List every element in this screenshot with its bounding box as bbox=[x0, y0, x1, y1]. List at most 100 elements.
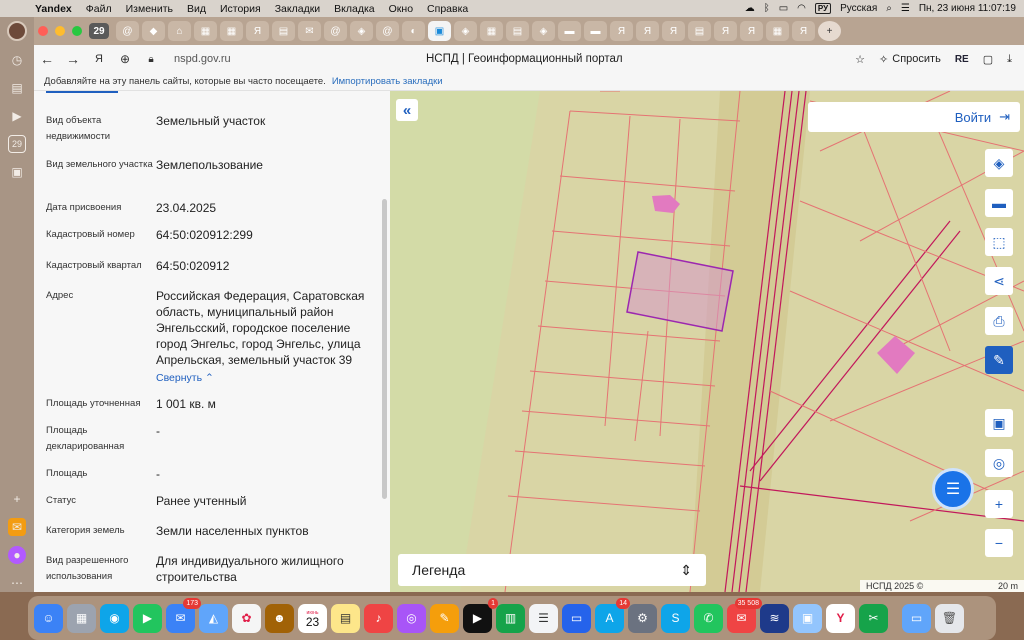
more-icon[interactable]: ⋯ bbox=[8, 574, 26, 592]
field-value[interactable]: 64:50:020912:299 bbox=[156, 227, 376, 243]
search-icon[interactable]: ⌕ bbox=[886, 3, 892, 14]
tab-mail-2[interactable]: ✉ bbox=[298, 21, 321, 41]
chat-button[interactable]: ☰ bbox=[932, 468, 974, 510]
extension-badge[interactable]: RE bbox=[955, 54, 969, 65]
maps-icon[interactable]: ◭ bbox=[199, 603, 228, 633]
contacts-icon[interactable]: ☻ bbox=[265, 603, 294, 633]
yandex-icon[interactable]: Я bbox=[86, 53, 112, 65]
tab-nspd-active[interactable]: ▣ bbox=[428, 21, 451, 41]
tab-yandex-3[interactable]: Я bbox=[636, 21, 659, 41]
numbers-icon[interactable]: ▥ bbox=[496, 603, 525, 633]
safari-icon[interactable]: ◉ bbox=[100, 603, 129, 633]
menu-window[interactable]: Окно bbox=[382, 3, 420, 15]
map-view[interactable]: « Войти ⇥ ◈ ▬ ⬚ ⋖ ⎙ ✎ ▣ ◎ + − ☰ Легенда … bbox=[390, 91, 1024, 592]
print-button[interactable]: ⎙ bbox=[985, 307, 1013, 335]
menu-view[interactable]: Вид bbox=[180, 3, 213, 15]
collapse-panel-button[interactable]: « bbox=[396, 99, 418, 121]
tab-yandex-2[interactable]: Я bbox=[610, 21, 633, 41]
tab-count[interactable]: 29 bbox=[89, 23, 109, 39]
whatsapp-icon[interactable]: ✆ bbox=[694, 603, 723, 633]
input-source[interactable]: Русская bbox=[840, 3, 877, 14]
appstore-icon[interactable]: A 14 bbox=[595, 597, 630, 633]
menu-edit[interactable]: Изменить bbox=[119, 3, 180, 15]
cloud-icon[interactable]: ☁ bbox=[745, 3, 755, 14]
import-bookmarks-link[interactable]: Импортировать закладки bbox=[332, 76, 443, 87]
tab-doc-3[interactable]: ▤ bbox=[688, 21, 711, 41]
tab-market[interactable]: ◆ bbox=[142, 21, 165, 41]
collapse-link[interactable]: Свернуть ⌃ bbox=[156, 370, 214, 386]
add-icon[interactable]: + bbox=[8, 490, 26, 508]
login-button[interactable]: Войти ⇥ bbox=[808, 102, 1020, 132]
screen-button[interactable]: ▣ bbox=[985, 409, 1013, 437]
download-icon[interactable]: ⤓ bbox=[1007, 53, 1012, 66]
tab-flag-ru-2[interactable]: ▬ bbox=[584, 21, 607, 41]
keynote-icon[interactable]: ▭ bbox=[562, 603, 591, 633]
alice-icon[interactable]: ● bbox=[8, 546, 26, 564]
tab-flag-ru[interactable]: ▬ bbox=[558, 21, 581, 41]
notes-app-icon[interactable]: ▤ bbox=[331, 603, 360, 633]
tab-ball[interactable]: ◐ bbox=[402, 21, 425, 41]
input-source-code[interactable]: РУ bbox=[814, 3, 832, 14]
menu-tab[interactable]: Вкладка bbox=[327, 3, 381, 15]
tab-grid[interactable]: ▦ bbox=[220, 21, 243, 41]
layers-button[interactable]: ◈ bbox=[985, 149, 1013, 177]
pages-icon[interactable]: ✎ bbox=[430, 603, 459, 633]
bookmark-star-icon[interactable]: ☆ bbox=[855, 53, 865, 66]
panel-scrollbar[interactable] bbox=[382, 199, 387, 499]
tab-shield-3[interactable]: ◈ bbox=[532, 21, 555, 41]
avatar[interactable] bbox=[7, 21, 27, 41]
locate-button[interactable]: ◎ bbox=[985, 449, 1013, 477]
url-field[interactable]: nspd.gov.ru bbox=[174, 53, 231, 65]
new-tab-button[interactable]: + bbox=[818, 21, 841, 41]
play-icon[interactable]: ▶ bbox=[8, 107, 26, 125]
screenshot-icon[interactable]: ▣ bbox=[8, 163, 26, 181]
back-arrow-icon[interactable]: ← bbox=[34, 51, 60, 67]
tab-doc-2[interactable]: ▤ bbox=[506, 21, 529, 41]
share-button[interactable]: ⋖ bbox=[985, 267, 1013, 295]
ask-button[interactable]: ✧ Спросить bbox=[879, 53, 941, 66]
legend-dropdown[interactable]: Легенда ⇕ bbox=[398, 554, 706, 586]
bluetooth-icon[interactable]: ᛒ bbox=[764, 3, 770, 14]
menu-help[interactable]: Справка bbox=[420, 3, 475, 15]
settings-icon[interactable]: ⚙ bbox=[628, 603, 657, 633]
skype-icon[interactable]: S bbox=[661, 603, 690, 633]
tab-yandex[interactable]: Я bbox=[246, 21, 269, 41]
zoom-in-button[interactable]: + bbox=[985, 490, 1013, 518]
reminders-icon[interactable]: ☰ bbox=[529, 603, 558, 633]
music-icon[interactable]: ♪ bbox=[364, 603, 393, 633]
tab-yandex-7[interactable]: Я bbox=[792, 21, 815, 41]
forward-arrow-icon[interactable]: → bbox=[60, 51, 86, 67]
draw-button[interactable]: ✎ bbox=[985, 346, 1013, 374]
facetime-icon[interactable]: ▶ bbox=[133, 603, 162, 633]
tab-yandex-5[interactable]: Я bbox=[714, 21, 737, 41]
tab-flag[interactable]: ▦ bbox=[194, 21, 217, 41]
menu-history[interactable]: История bbox=[213, 3, 268, 15]
select-area-button[interactable]: ⬚ bbox=[985, 228, 1013, 256]
collections-icon[interactable]: ▤ bbox=[8, 79, 26, 97]
tab-mail-1[interactable]: @ bbox=[116, 21, 139, 41]
bookmark-add-icon[interactable]: ⊕ bbox=[112, 52, 138, 66]
ruler-button[interactable]: ▬ bbox=[985, 189, 1013, 217]
clock[interactable]: Пн, 23 июня 11:07:19 bbox=[919, 3, 1016, 14]
battery-icon[interactable]: ▭ bbox=[779, 3, 788, 14]
tab-shield-2[interactable]: ◈ bbox=[454, 21, 477, 41]
menu-file[interactable]: Файл bbox=[79, 3, 119, 15]
menu-bookmarks[interactable]: Закладки bbox=[268, 3, 327, 15]
wifi-icon[interactable]: ◠ bbox=[797, 3, 806, 14]
podcasts-icon[interactable]: ◎ bbox=[397, 603, 426, 633]
tab-home[interactable]: ⌂ bbox=[168, 21, 191, 41]
calendar-app-icon[interactable]: июнь 23 bbox=[298, 603, 327, 633]
tab-yandex-6[interactable]: Я bbox=[740, 21, 763, 41]
tab-mail-4[interactable]: @ bbox=[376, 21, 399, 41]
control-center-icon[interactable]: ☰ bbox=[901, 3, 910, 14]
vpn-icon[interactable]: ≋ bbox=[760, 603, 789, 633]
yandex-browser-icon[interactable]: Y bbox=[826, 603, 855, 633]
mail-icon[interactable]: ✉ bbox=[8, 518, 26, 536]
launchpad-icon[interactable]: ▦ bbox=[67, 603, 96, 633]
history-icon[interactable]: ◷ bbox=[8, 51, 26, 69]
preview-icon[interactable]: ▣ bbox=[793, 603, 822, 633]
mail-app-icon[interactable]: ✉ 173 bbox=[166, 597, 201, 633]
finder-icon[interactable]: ☺ bbox=[34, 603, 63, 633]
tab-yandex-4[interactable]: Я bbox=[662, 21, 685, 41]
zoom-window-button[interactable] bbox=[72, 26, 82, 36]
